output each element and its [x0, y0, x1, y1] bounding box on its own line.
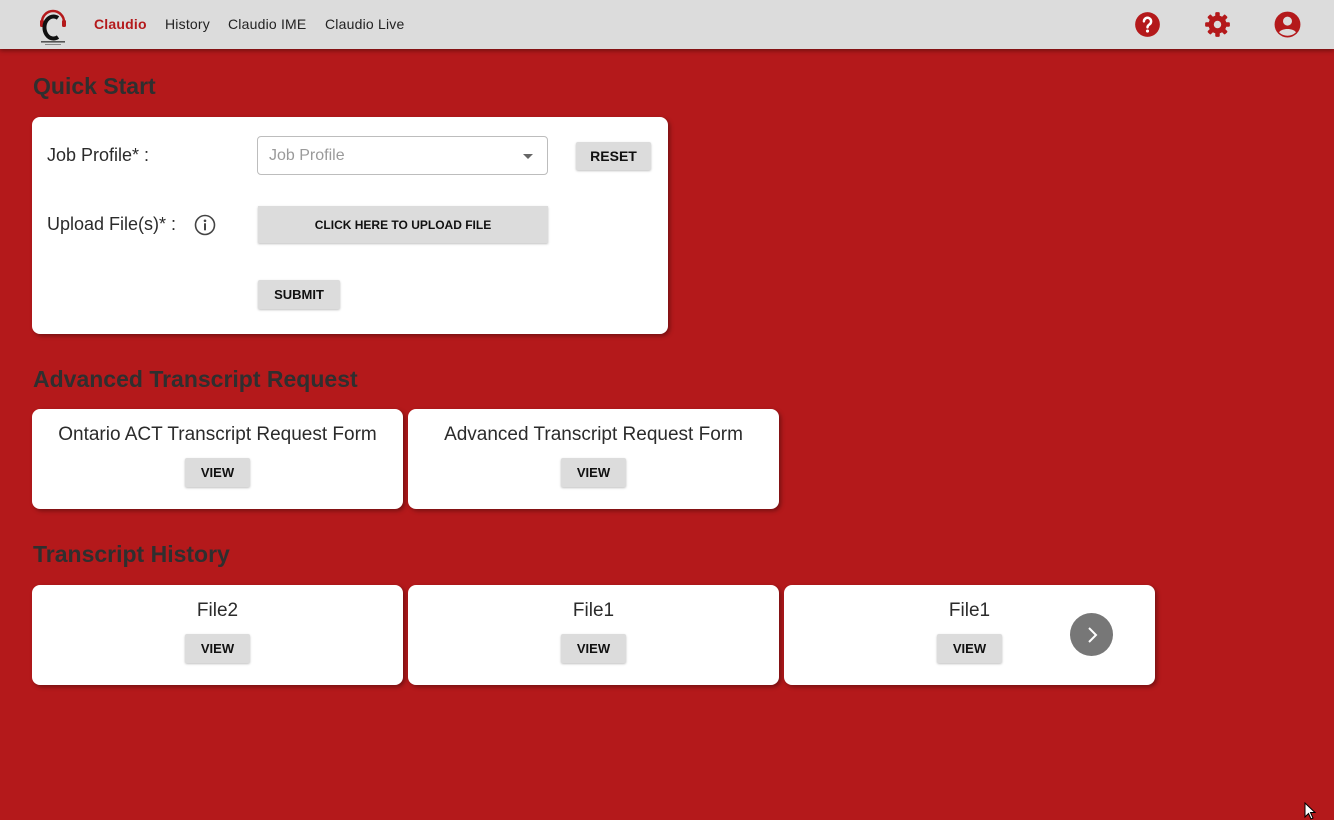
view-button[interactable]: VIEW [185, 458, 250, 487]
reset-button[interactable]: RESET [576, 142, 651, 170]
ontario-act-form-card: Ontario ACT Transcript Request Form VIEW [32, 409, 403, 509]
nav-claudio-live[interactable]: Claudio Live [325, 16, 404, 32]
history-card: File1 VIEW [408, 585, 779, 685]
history-card: File2 VIEW [32, 585, 403, 685]
help-icon[interactable] [1134, 11, 1161, 38]
carousel-next-button[interactable] [1070, 613, 1113, 656]
mouse-cursor-icon [1304, 802, 1317, 820]
quick-start-heading: Quick Start [33, 73, 156, 99]
card-title: Ontario ACT Transcript Request Form [58, 424, 377, 445]
job-profile-label: Job Profile* : [47, 145, 150, 165]
advanced-transcript-heading: Advanced Transcript Request [33, 366, 358, 392]
nav-history[interactable]: History [165, 16, 210, 32]
top-app-bar: Claudio History Claudio IME Claudio Live [0, 0, 1334, 49]
card-title: File2 [196, 600, 239, 621]
nav-claudio-ime[interactable]: Claudio IME [228, 16, 306, 32]
settings-icon[interactable] [1204, 11, 1231, 38]
card-title: Advanced Transcript Request Form [444, 424, 743, 445]
quick-start-card: Job Profile* : Job Profile RESET Upload … [32, 117, 668, 334]
advanced-request-form-card: Advanced Transcript Request Form VIEW [408, 409, 779, 509]
job-profile-placeholder: Job Profile [269, 147, 345, 164]
claudio-logo[interactable] [37, 4, 69, 46]
view-button[interactable]: VIEW [937, 634, 1002, 663]
submit-button[interactable]: SUBMIT [258, 280, 340, 309]
upload-files-label: Upload File(s)* : [47, 214, 177, 234]
job-profile-select[interactable]: Job Profile [257, 136, 548, 175]
view-button[interactable]: VIEW [561, 458, 626, 487]
info-icon[interactable] [194, 214, 216, 236]
account-icon[interactable] [1274, 11, 1301, 38]
view-button[interactable]: VIEW [185, 634, 250, 663]
view-button[interactable]: VIEW [561, 634, 626, 663]
history-card: File1 VIEW [784, 585, 1155, 685]
card-title: File1 [572, 600, 615, 621]
nav-claudio[interactable]: Claudio [94, 16, 147, 32]
chevron-right-icon [1087, 626, 1097, 643]
dropdown-arrow-icon [523, 154, 533, 159]
transcript-history-heading: Transcript History [33, 541, 230, 567]
upload-file-button[interactable]: CLICK HERE TO UPLOAD FILE [258, 206, 548, 243]
